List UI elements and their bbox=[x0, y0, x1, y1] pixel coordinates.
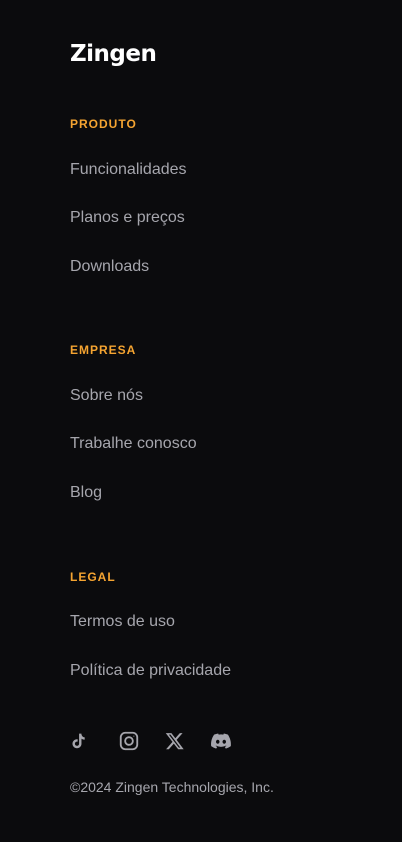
tiktok-icon[interactable] bbox=[66, 726, 92, 756]
social-links bbox=[0, 726, 402, 756]
footer-link-politica-de-privacidade[interactable]: Política de privacidade bbox=[70, 661, 231, 681]
site-footer: Zingen PRODUTO Funcionalidades Planos e … bbox=[0, 0, 402, 842]
footer-link-blog[interactable]: Blog bbox=[70, 483, 102, 503]
x-icon[interactable] bbox=[162, 726, 188, 756]
section-title-produto: PRODUTO bbox=[70, 117, 137, 131]
section-title-legal: LEGAL bbox=[70, 570, 116, 584]
footer-link-sobre-nos[interactable]: Sobre nós bbox=[70, 386, 143, 406]
section-title-empresa: EMPRESA bbox=[70, 343, 137, 357]
footer-link-termos-de-uso[interactable]: Termos de uso bbox=[70, 612, 175, 632]
copyright-text: ©2024 Zingen Technologies, Inc. bbox=[70, 779, 274, 795]
instagram-icon[interactable] bbox=[116, 726, 142, 756]
footer-link-trabalhe-conosco[interactable]: Trabalhe conosco bbox=[70, 434, 197, 454]
footer-link-planos-e-precos[interactable]: Planos e preços bbox=[70, 208, 185, 228]
brand-logo[interactable]: Zingen bbox=[70, 38, 157, 70]
footer-link-downloads[interactable]: Downloads bbox=[70, 257, 149, 277]
discord-icon[interactable] bbox=[208, 726, 234, 756]
footer-link-funcionalidades[interactable]: Funcionalidades bbox=[70, 160, 187, 180]
